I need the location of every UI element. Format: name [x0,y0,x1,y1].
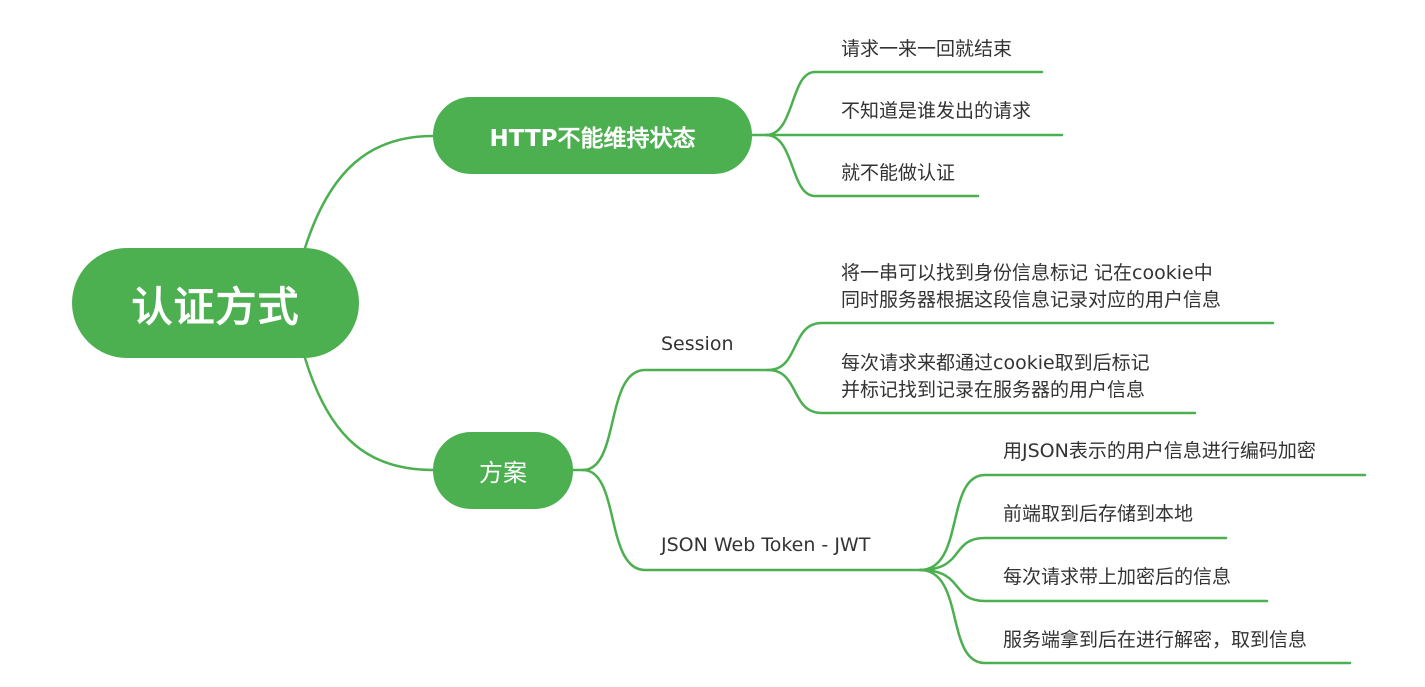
subtopic-label: 请求一来一回就结束 [841,38,1013,60]
subtopic-no-auth[interactable]: 就不能做认证 [841,160,955,187]
detail-line: 将一串可以找到身份信息标记 记在cookie中 [841,262,1213,284]
detail-line: 前端取到后存储到本地 [1003,503,1194,525]
detail-line: 用JSON表示的用户信息进行编码加密 [1003,440,1316,462]
subtopic-jwt[interactable]: JSON Web Token - JWT [661,532,870,559]
topic-solution-label: 方案 [479,459,527,487]
topic-http-stateless-label: HTTP不能维持状态 [489,125,696,152]
subtopic-request-ends[interactable]: 请求一来一回就结束 [841,36,1012,63]
topic-http-stateless[interactable]: HTTP不能维持状态 [433,97,752,174]
detail-line: 服务端拿到后在进行解密，取到信息 [1003,629,1308,651]
jwt-detail-encode[interactable]: 用JSON表示的用户信息进行编码加密 [1003,438,1316,465]
root-topic-label: 认证方式 [131,283,300,331]
jwt-detail-decrypt[interactable]: 服务端拿到后在进行解密，取到信息 [1003,627,1307,654]
jwt-detail-send[interactable]: 每次请求带上加密后的信息 [1003,564,1231,591]
subtopic-session[interactable]: Session [661,331,734,358]
subtopic-session-label: Session [661,333,734,355]
subtopic-jwt-label: JSON Web Token - JWT [661,534,871,556]
topic-solution[interactable]: 方案 [433,432,573,509]
detail-line: 同时服务器根据这段信息记录对应的用户信息 [841,289,1222,311]
root-topic[interactable]: 认证方式 [72,248,359,358]
link-root-http [303,134,435,250]
subtopic-label: 就不能做认证 [841,162,956,184]
detail-line: 每次请求来都通过cookie取到后标记 [841,352,1150,374]
subtopic-unknown-sender[interactable]: 不知道是谁发出的请求 [841,98,1031,125]
link-plan-session [581,368,770,472]
session-detail-lookup[interactable]: 每次请求来都通过cookie取到后标记 并标记找到记录在服务器的用户信息 [841,350,1150,404]
detail-line: 每次请求带上加密后的信息 [1003,566,1232,588]
session-detail-cookie-mark[interactable]: 将一串可以找到身份信息标记 记在cookie中 同时服务器根据这段信息记录对应的… [841,260,1221,314]
link-root-plan [303,356,435,472]
jwt-detail-store[interactable]: 前端取到后存储到本地 [1003,501,1193,528]
mindmap-canvas: 认证方式 HTTP不能维持状态 请求一来一回就结束 不知道是谁发出的请求 就不能… [0,0,1425,687]
detail-line: 并标记找到记录在服务器的用户信息 [841,379,1146,401]
subtopic-label: 不知道是谁发出的请求 [841,100,1032,122]
